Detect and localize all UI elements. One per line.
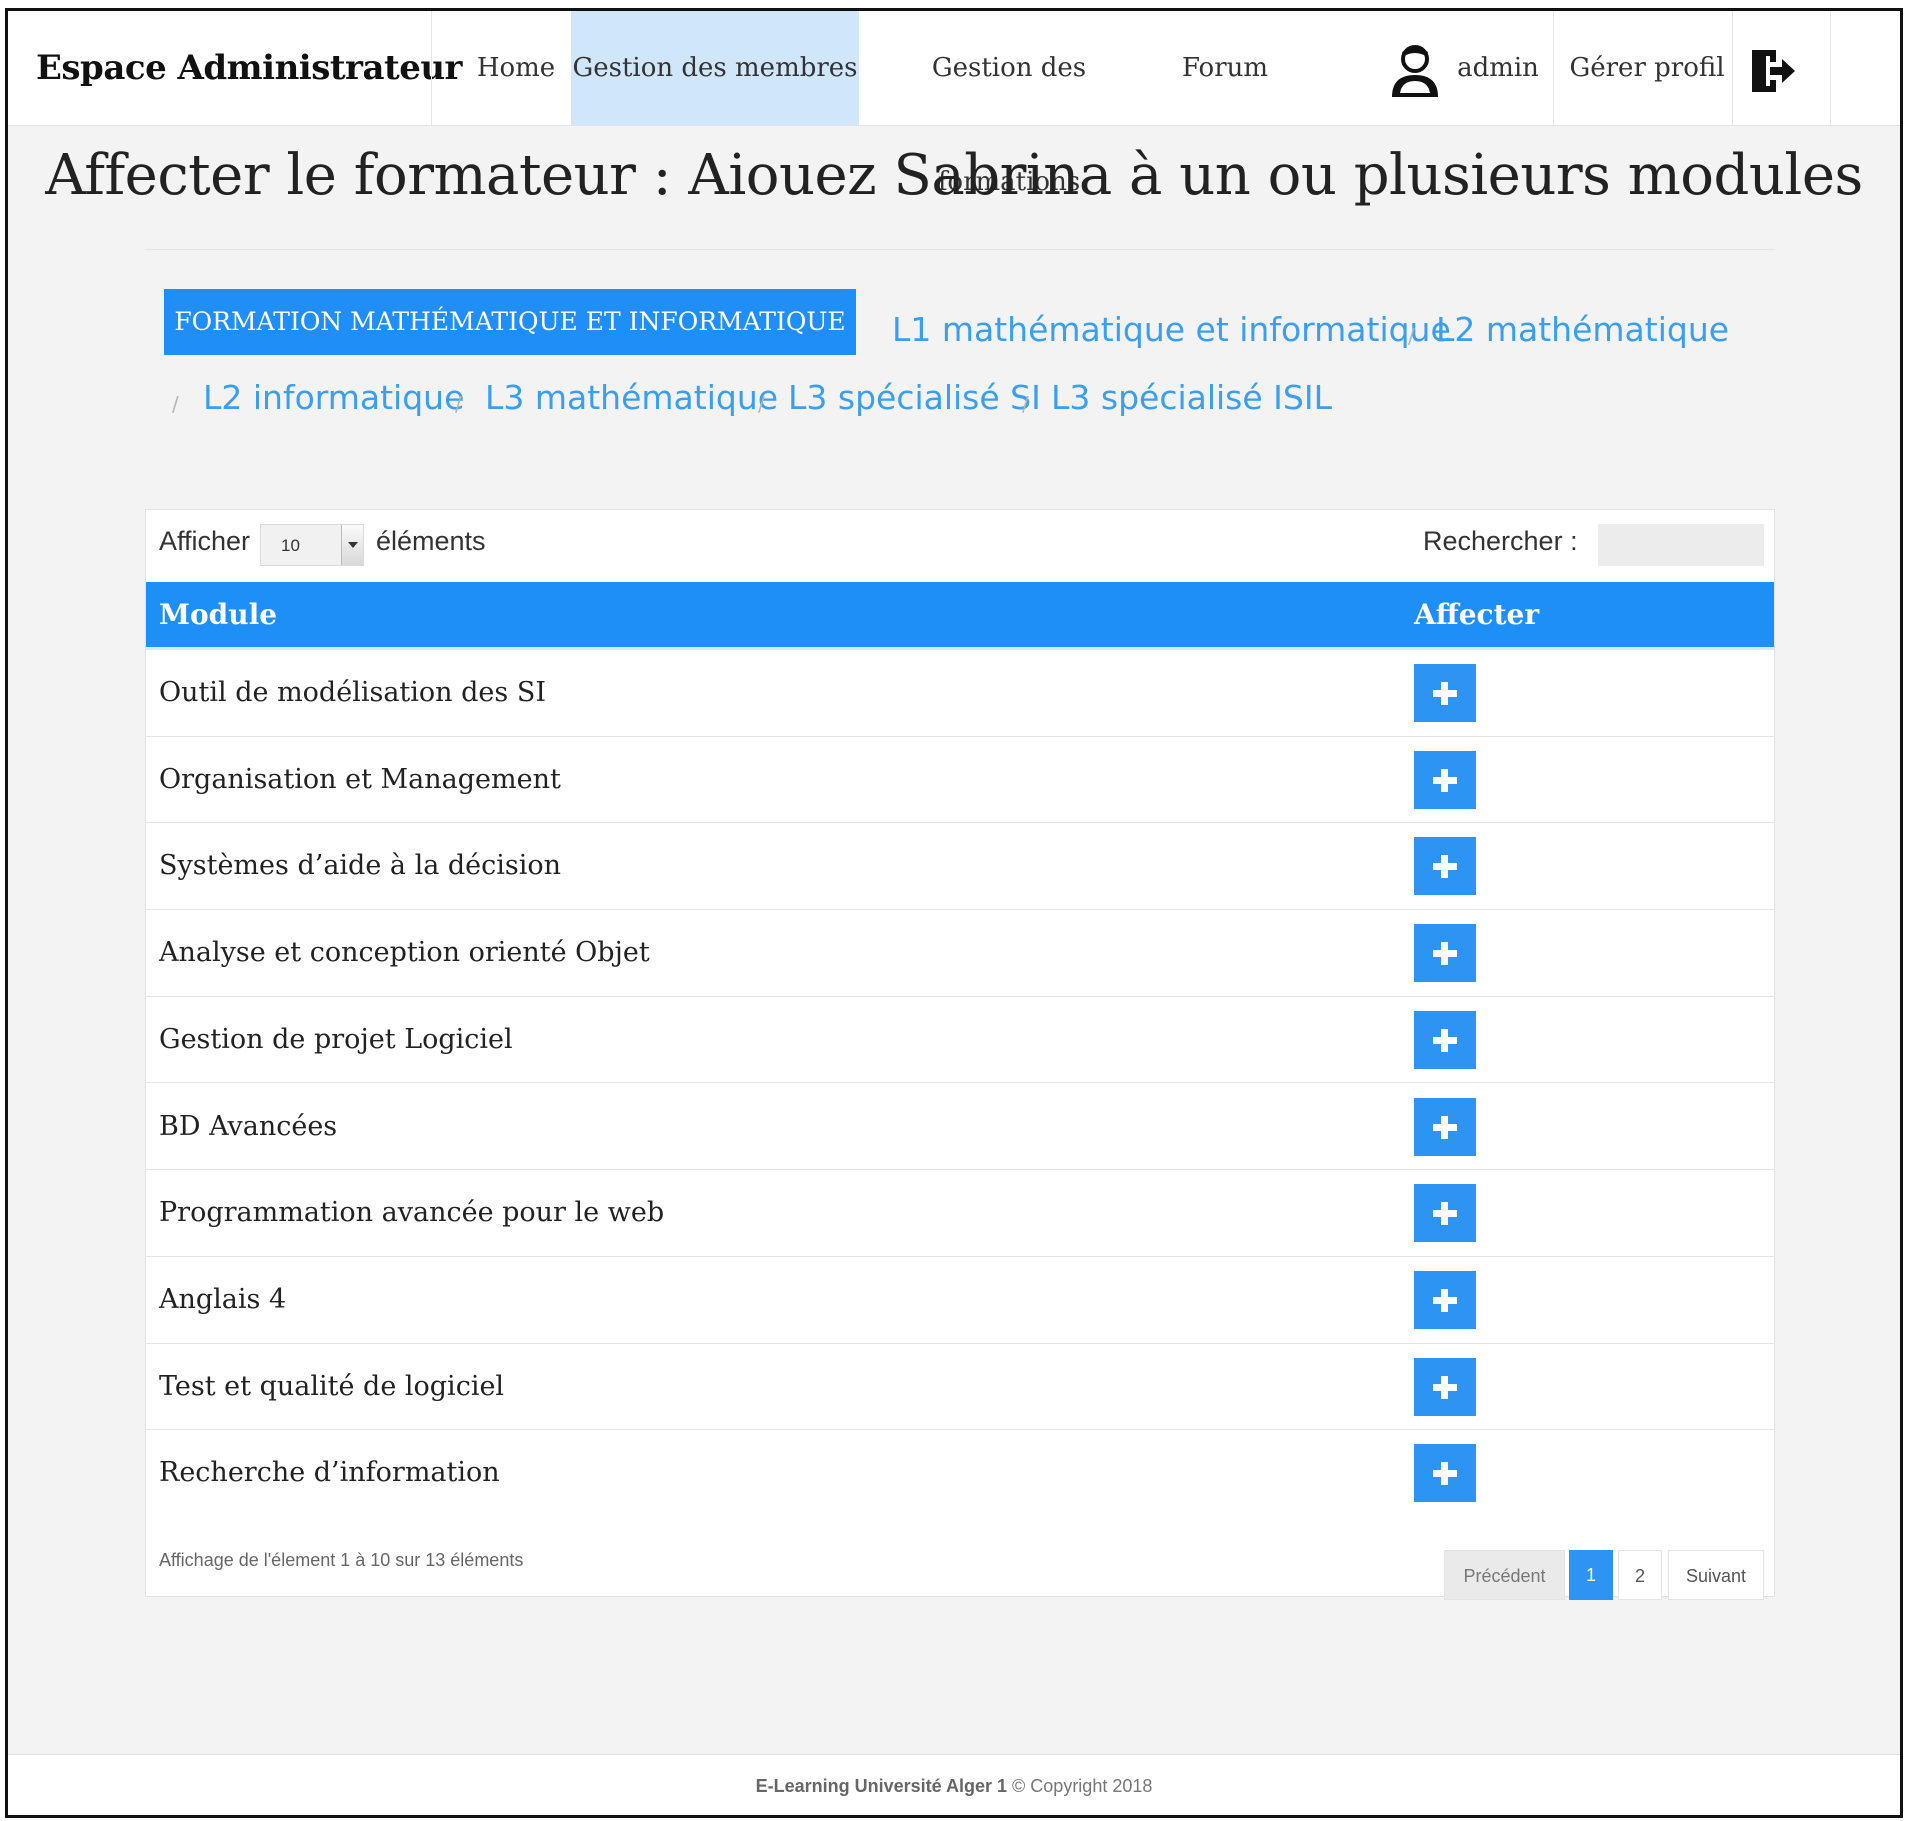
breadcrumb-separator: / <box>1408 324 1415 348</box>
nav-home[interactable]: Home <box>456 11 576 125</box>
breadcrumb-l2-info[interactable]: L2 informatique <box>203 378 464 417</box>
length-label-after: éléments <box>376 526 486 556</box>
chevron-down-icon[interactable] <box>341 525 363 565</box>
search-input[interactable] <box>1598 524 1764 566</box>
table-row: Outil de modélisation des SI <box>146 650 1774 737</box>
module-name: Anglais 4 <box>159 1283 287 1315</box>
affecter-button[interactable] <box>1414 924 1476 983</box>
footer: E-Learning Université Alger 1 © Copyrigh… <box>8 1754 1900 1815</box>
length-select[interactable]: 10 <box>260 524 364 566</box>
affecter-button[interactable] <box>1414 1097 1476 1156</box>
affecter-button[interactable] <box>1414 1357 1476 1416</box>
breadcrumb-separator: / <box>172 392 179 416</box>
table-row: Anglais 4 <box>146 1257 1774 1344</box>
logout-icon[interactable] <box>1750 48 1796 94</box>
column-header-affecter[interactable]: Affecter <box>1414 582 1539 648</box>
nav-divider <box>431 11 432 125</box>
module-name: Analyse et conception orienté Objet <box>159 937 650 969</box>
affecter-button[interactable] <box>1414 1270 1476 1329</box>
nav-gestion-membres[interactable]: Gestion des membres <box>571 11 859 125</box>
length-value: 10 <box>281 536 300 555</box>
affecter-button[interactable] <box>1414 1010 1476 1069</box>
module-name: BD Avancées <box>159 1110 338 1142</box>
breadcrumb-formation[interactable]: FORMATION MATHÉMATIQUE ET INFORMATIQUE <box>164 289 856 355</box>
footer-site: E-Learning Université Alger 1 <box>755 1776 1008 1796</box>
pagination-previous[interactable]: Précédent <box>1444 1550 1565 1600</box>
pagination-page-2[interactable]: 2 <box>1618 1550 1662 1600</box>
breadcrumb-separator: / <box>455 392 462 416</box>
pagination-page-1[interactable]: 1 <box>1569 1550 1613 1600</box>
module-name: Programmation avancée pour le web <box>159 1197 665 1229</box>
user-icon[interactable] <box>1390 43 1440 97</box>
brand[interactable]: Espace Administrateur <box>36 11 462 125</box>
module-name: Outil de modélisation des SI <box>159 677 546 708</box>
nav-gerer-profil[interactable]: Gérer profil <box>1564 11 1730 125</box>
nav-divider <box>1732 11 1733 125</box>
nav-divider <box>1830 11 1831 125</box>
table-header: Module Affecter <box>146 582 1774 650</box>
footer-copyright: © Copyright 2018 <box>1012 1776 1153 1796</box>
table-row: Systèmes d’aide à la décision <box>146 823 1774 911</box>
page-title: Affecter le formateur : Aiouez Sabrina à… <box>45 143 1863 208</box>
top-navbar: Espace Administrateur Home Gestion des m… <box>8 11 1900 197</box>
table-row: BD Avancées <box>146 1084 1774 1171</box>
column-header-module[interactable]: Module <box>159 582 277 648</box>
affecter-button[interactable] <box>1414 1444 1476 1503</box>
modules-table-card: Afficher 10 éléments Rechercher : Module… <box>145 509 1775 1600</box>
nav-forum[interactable]: Forum <box>1170 11 1280 125</box>
table-row: Recherche d’information <box>146 1430 1774 1517</box>
nav-divider <box>1553 11 1554 125</box>
module-name: Recherche d’information <box>159 1457 500 1489</box>
pagination-next[interactable]: Suivant <box>1668 1550 1764 1600</box>
title-divider <box>145 249 1775 250</box>
search-label: Rechercher : <box>1423 526 1578 556</box>
breadcrumb-l3-isil[interactable]: L3 spécialisé ISIL <box>1051 378 1332 417</box>
breadcrumb-l1-math-info[interactable]: L1 mathématique et informatique <box>892 310 1451 349</box>
module-name: Gestion de projet Logiciel <box>159 1023 513 1055</box>
module-name: Test et qualité de logiciel <box>159 1370 505 1402</box>
table-row: Organisation et Management <box>146 737 1774 824</box>
module-name: Systèmes d’aide à la décision <box>159 850 562 882</box>
table-row: Test et qualité de logiciel <box>146 1344 1774 1431</box>
breadcrumb-l2-math[interactable]: L2 mathématique <box>1436 310 1729 349</box>
affecter-button[interactable] <box>1414 837 1476 896</box>
module-name: Organisation et Management <box>159 763 561 795</box>
breadcrumb-l3-si[interactable]: L3 spécialisé SI <box>788 378 1041 417</box>
breadcrumb-separator: / <box>1022 392 1029 416</box>
affecter-button[interactable] <box>1414 1184 1476 1243</box>
affecter-button[interactable] <box>1414 750 1476 809</box>
table-row: Programmation avancée pour le web <box>146 1170 1774 1257</box>
app-window: Espace Administrateur Home Gestion des m… <box>5 8 1903 1818</box>
breadcrumb-separator: / <box>758 392 765 416</box>
table-info: Affichage de l'élement 1 à 10 sur 13 élé… <box>159 1550 524 1570</box>
breadcrumb-l3-math[interactable]: L3 mathématique <box>485 378 778 417</box>
table-row: Analyse et conception orienté Objet <box>146 910 1774 997</box>
table-row: Gestion de projet Logiciel <box>146 997 1774 1084</box>
affecter-button[interactable] <box>1414 664 1476 722</box>
nav-gestion-formations[interactable]: Gestion des formations <box>864 11 1154 197</box>
length-label-before: Afficher <box>159 526 251 556</box>
nav-user-name[interactable]: admin <box>1448 11 1548 125</box>
